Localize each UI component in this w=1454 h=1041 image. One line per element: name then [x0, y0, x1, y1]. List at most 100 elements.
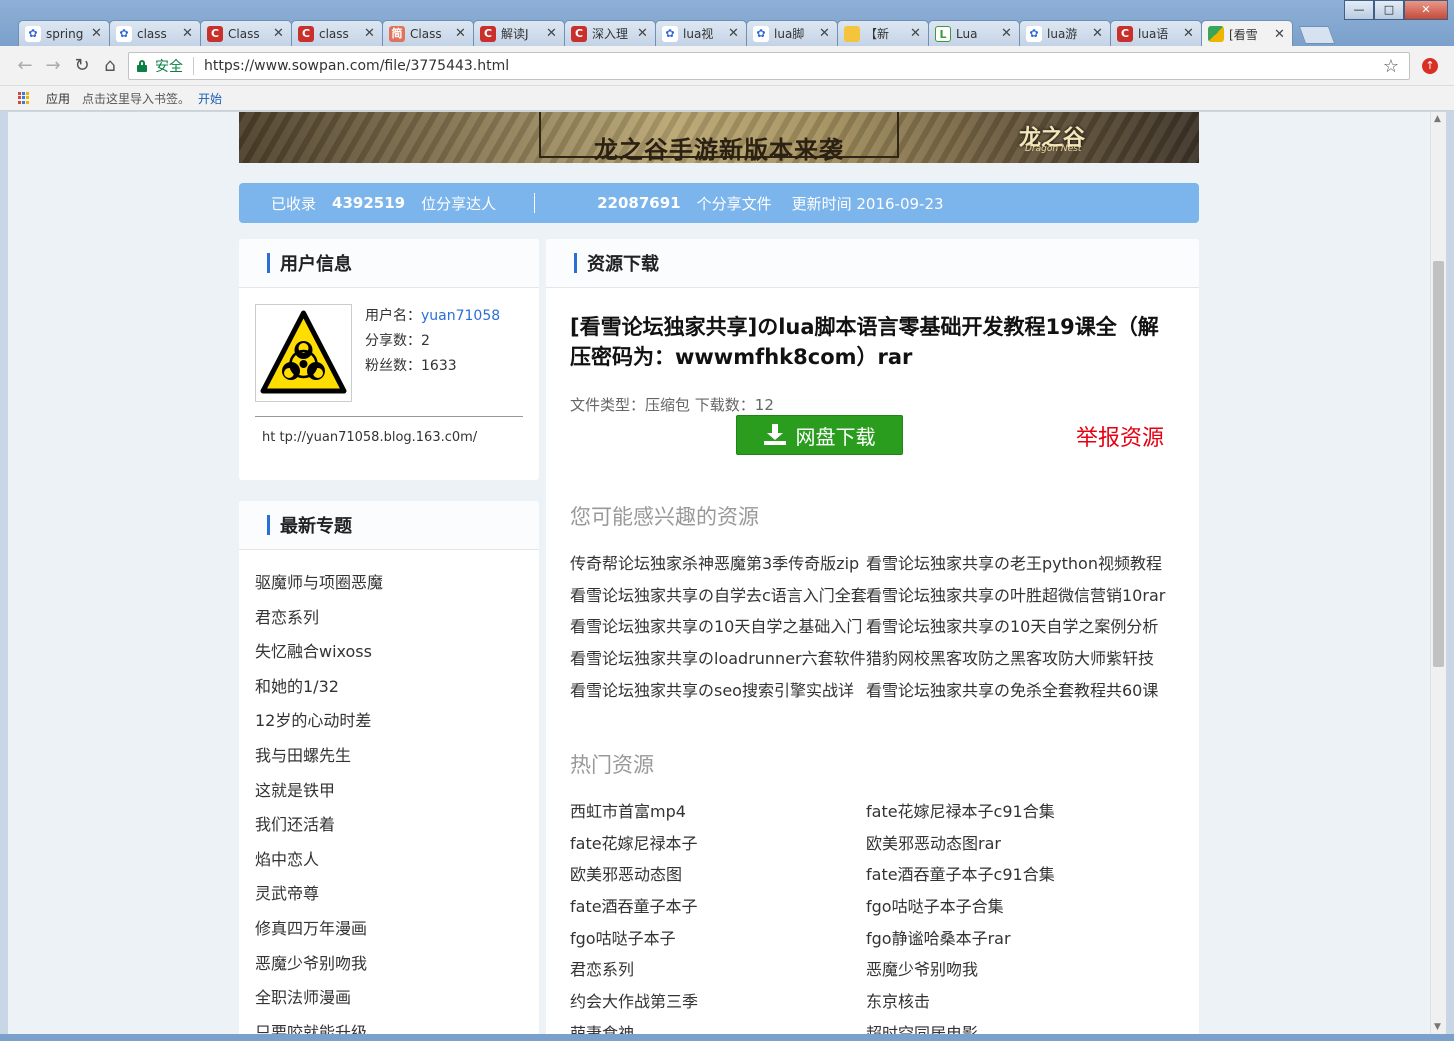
tab-close-icon[interactable]: ✕: [546, 26, 558, 41]
tab-title: Class: [410, 26, 442, 41]
bookmark-apps[interactable]: 应用: [46, 90, 70, 107]
topic-link[interactable]: 只要咬就能升级: [255, 1022, 539, 1034]
scroll-down-arrow-icon[interactable]: ▼: [1434, 1022, 1441, 1032]
report-resource-link[interactable]: 举报资源: [1076, 420, 1164, 452]
browser-tab[interactable]: ✿ lua脚 ✕: [746, 20, 838, 46]
hot-resource-link[interactable]: 萌妻食神: [570, 1023, 866, 1034]
topic-link[interactable]: 失忆融合wixoss: [255, 641, 539, 676]
tab-close-icon[interactable]: ✕: [1183, 26, 1195, 41]
topic-link[interactable]: 修真四万年漫画: [255, 918, 539, 953]
tab-close-icon[interactable]: ✕: [273, 26, 285, 41]
tab-close-icon[interactable]: ✕: [1092, 26, 1104, 41]
tab-close-icon[interactable]: ✕: [728, 26, 740, 41]
vertical-scrollbar[interactable]: ▲ ▼: [1430, 112, 1446, 1034]
browser-tab[interactable]: [看雪 ✕: [1201, 20, 1293, 47]
hot-resource-link[interactable]: fgo咕哒子本子: [570, 928, 866, 960]
topic-link[interactable]: 全职法师漫画: [255, 987, 539, 1022]
hot-resource-link[interactable]: 欧美邪恶动态图: [570, 864, 866, 896]
topic-link[interactable]: 焰中恋人: [255, 849, 539, 884]
browser-tab[interactable]: L Lua ✕: [928, 20, 1020, 46]
user-panel-divider: [255, 416, 523, 417]
browser-tab[interactable]: ✿ lua视 ✕: [655, 20, 747, 46]
related-resource-link[interactable]: 看雪论坛独家共享の自学去c语言入门全套: [570, 585, 866, 617]
topics-panel-heading: 最新专题: [239, 501, 539, 550]
tab-close-icon[interactable]: ✕: [1001, 26, 1013, 41]
maximize-button[interactable]: □: [1374, 0, 1404, 20]
hot-resource-link[interactable]: fate花嫁尼禄本子: [570, 833, 866, 865]
new-tab-button[interactable]: [1298, 26, 1336, 44]
hot-resource-link[interactable]: 西虹市首富mp4: [570, 801, 866, 833]
related-resource-link[interactable]: 看雪论坛独家共享のseo搜索引擎实战详: [570, 680, 866, 712]
bookmark-star-icon[interactable]: ☆: [1383, 56, 1399, 77]
browser-tab[interactable]: C 深入理 ✕: [564, 20, 656, 46]
scroll-up-arrow-icon[interactable]: ▲: [1434, 114, 1441, 124]
topic-link[interactable]: 驱魔师与项圈恶魔: [255, 572, 539, 607]
bookmark-start-link[interactable]: 开始: [198, 90, 222, 107]
shares-label: 分享数：: [365, 333, 421, 349]
related-resource-link[interactable]: 看雪论坛独家共享の免杀全套教程共60课: [866, 680, 1166, 712]
browser-tab[interactable]: ✿ class ✕: [109, 20, 201, 46]
hot-resource-link[interactable]: fgo咕哒子本子合集: [866, 896, 1166, 928]
minimize-button[interactable]: —: [1344, 0, 1374, 20]
browser-tab[interactable]: Clua语 ✕: [1110, 20, 1202, 46]
tab-close-icon[interactable]: ✕: [182, 26, 194, 41]
ad-banner[interactable]: 龙之谷手游新版本来袭 龙之谷 Dragon Nest: [239, 112, 1199, 163]
hot-resource-link[interactable]: fate花嫁尼禄本子c91合集: [866, 801, 1166, 833]
related-resource-link[interactable]: 看雪论坛独家共享の老王python视频教程: [866, 553, 1166, 585]
browser-tab[interactable]: ✿ spring ✕: [18, 20, 110, 46]
browser-tab[interactable]: C Class ✕: [200, 20, 292, 46]
apps-grid-icon[interactable]: [18, 92, 30, 104]
tab-close-icon[interactable]: ✕: [364, 26, 376, 41]
reload-icon[interactable]: ↻: [71, 55, 93, 77]
forward-arrow-icon[interactable]: →: [42, 55, 64, 77]
hot-resource-link[interactable]: 约会大作战第三季: [570, 991, 866, 1023]
home-icon[interactable]: ⌂: [99, 55, 121, 77]
topic-link[interactable]: 我与田螺先生: [255, 745, 539, 780]
related-resource-link[interactable]: 传奇帮论坛独家杀神恶魔第3季传奇版zip: [570, 553, 866, 585]
browser-tab[interactable]: Cclass ✕: [291, 20, 383, 46]
topic-link[interactable]: 12岁的心动时差: [255, 710, 539, 745]
fans-label: 粉丝数：: [365, 358, 421, 374]
hot-resource-link[interactable]: 超时空同居电影: [866, 1023, 1166, 1034]
tab-close-icon[interactable]: ✕: [91, 26, 103, 41]
extension-icon[interactable]: ↑: [1422, 58, 1438, 74]
tab-close-icon[interactable]: ✕: [455, 26, 467, 41]
hot-resource-link[interactable]: 君恋系列: [570, 959, 866, 991]
hot-resource-link[interactable]: 欧美邪恶动态图rar: [866, 833, 1166, 865]
netdisk-download-button[interactable]: 网盘下载: [736, 415, 903, 455]
topic-link[interactable]: 灵武帝尊: [255, 883, 539, 918]
related-resource-link[interactable]: 看雪论坛独家共享の叶胜超微信营销10rar: [866, 585, 1166, 617]
topic-link[interactable]: 和她的1/32: [255, 676, 539, 711]
browser-tab[interactable]: 简 Class ✕: [382, 20, 474, 46]
url-text[interactable]: https://www.sowpan.com/file/3775443.html: [204, 58, 509, 74]
browser-tab[interactable]: C 解读J ✕: [473, 20, 565, 46]
related-resource-link[interactable]: 看雪论坛独家共享のloadrunner六套软件: [570, 648, 866, 680]
hot-resource-link[interactable]: 恶魔少爷别吻我: [866, 959, 1166, 991]
address-bar[interactable]: 安全 https://www.sowpan.com/file/3775443.h…: [128, 52, 1410, 80]
tab-close-icon[interactable]: ✕: [910, 26, 922, 41]
tab-close-icon[interactable]: ✕: [819, 26, 831, 41]
browser-tab[interactable]: 【新 ✕: [837, 20, 929, 46]
related-resource-link[interactable]: 看雪论坛独家共享の10天自学之案例分析: [866, 616, 1166, 648]
back-arrow-icon[interactable]: ←: [14, 55, 36, 77]
close-window-button[interactable]: ✕: [1404, 0, 1448, 20]
topic-link[interactable]: 君恋系列: [255, 607, 539, 642]
hot-resource-link[interactable]: fate酒吞童子本子c91合集: [866, 864, 1166, 896]
lock-icon: [137, 60, 147, 72]
hot-resource-link[interactable]: 东京核击: [866, 991, 1166, 1023]
hot-resource-link[interactable]: fate酒吞童子本子: [570, 896, 866, 928]
topic-link[interactable]: 这就是铁甲: [255, 780, 539, 815]
browser-tab[interactable]: ✿ lua游 ✕: [1019, 20, 1111, 46]
hot-resource-link[interactable]: fgo静谧哈桑本子rar: [866, 928, 1166, 960]
csdn-icon: C: [571, 25, 587, 42]
avatar[interactable]: [255, 304, 352, 402]
latest-topics-panel: 最新专题 驱魔师与项圈恶魔 君恋系列 失忆融合wixoss 和她的1/32 12岁的心动…: [239, 501, 539, 1034]
topic-link[interactable]: 我们还活着: [255, 814, 539, 849]
related-resource-link[interactable]: 看雪论坛独家共享の10天自学之基础入门: [570, 616, 866, 648]
tab-close-icon[interactable]: ✕: [1274, 27, 1286, 42]
username-link[interactable]: yuan71058: [421, 308, 500, 324]
scroll-thumb[interactable]: [1433, 261, 1444, 667]
topic-link[interactable]: 恶魔少爷别吻我: [255, 953, 539, 988]
related-resource-link[interactable]: 猎豹网校黑客攻防之黑客攻防大师紫轩技: [866, 648, 1166, 680]
tab-close-icon[interactable]: ✕: [637, 26, 649, 41]
